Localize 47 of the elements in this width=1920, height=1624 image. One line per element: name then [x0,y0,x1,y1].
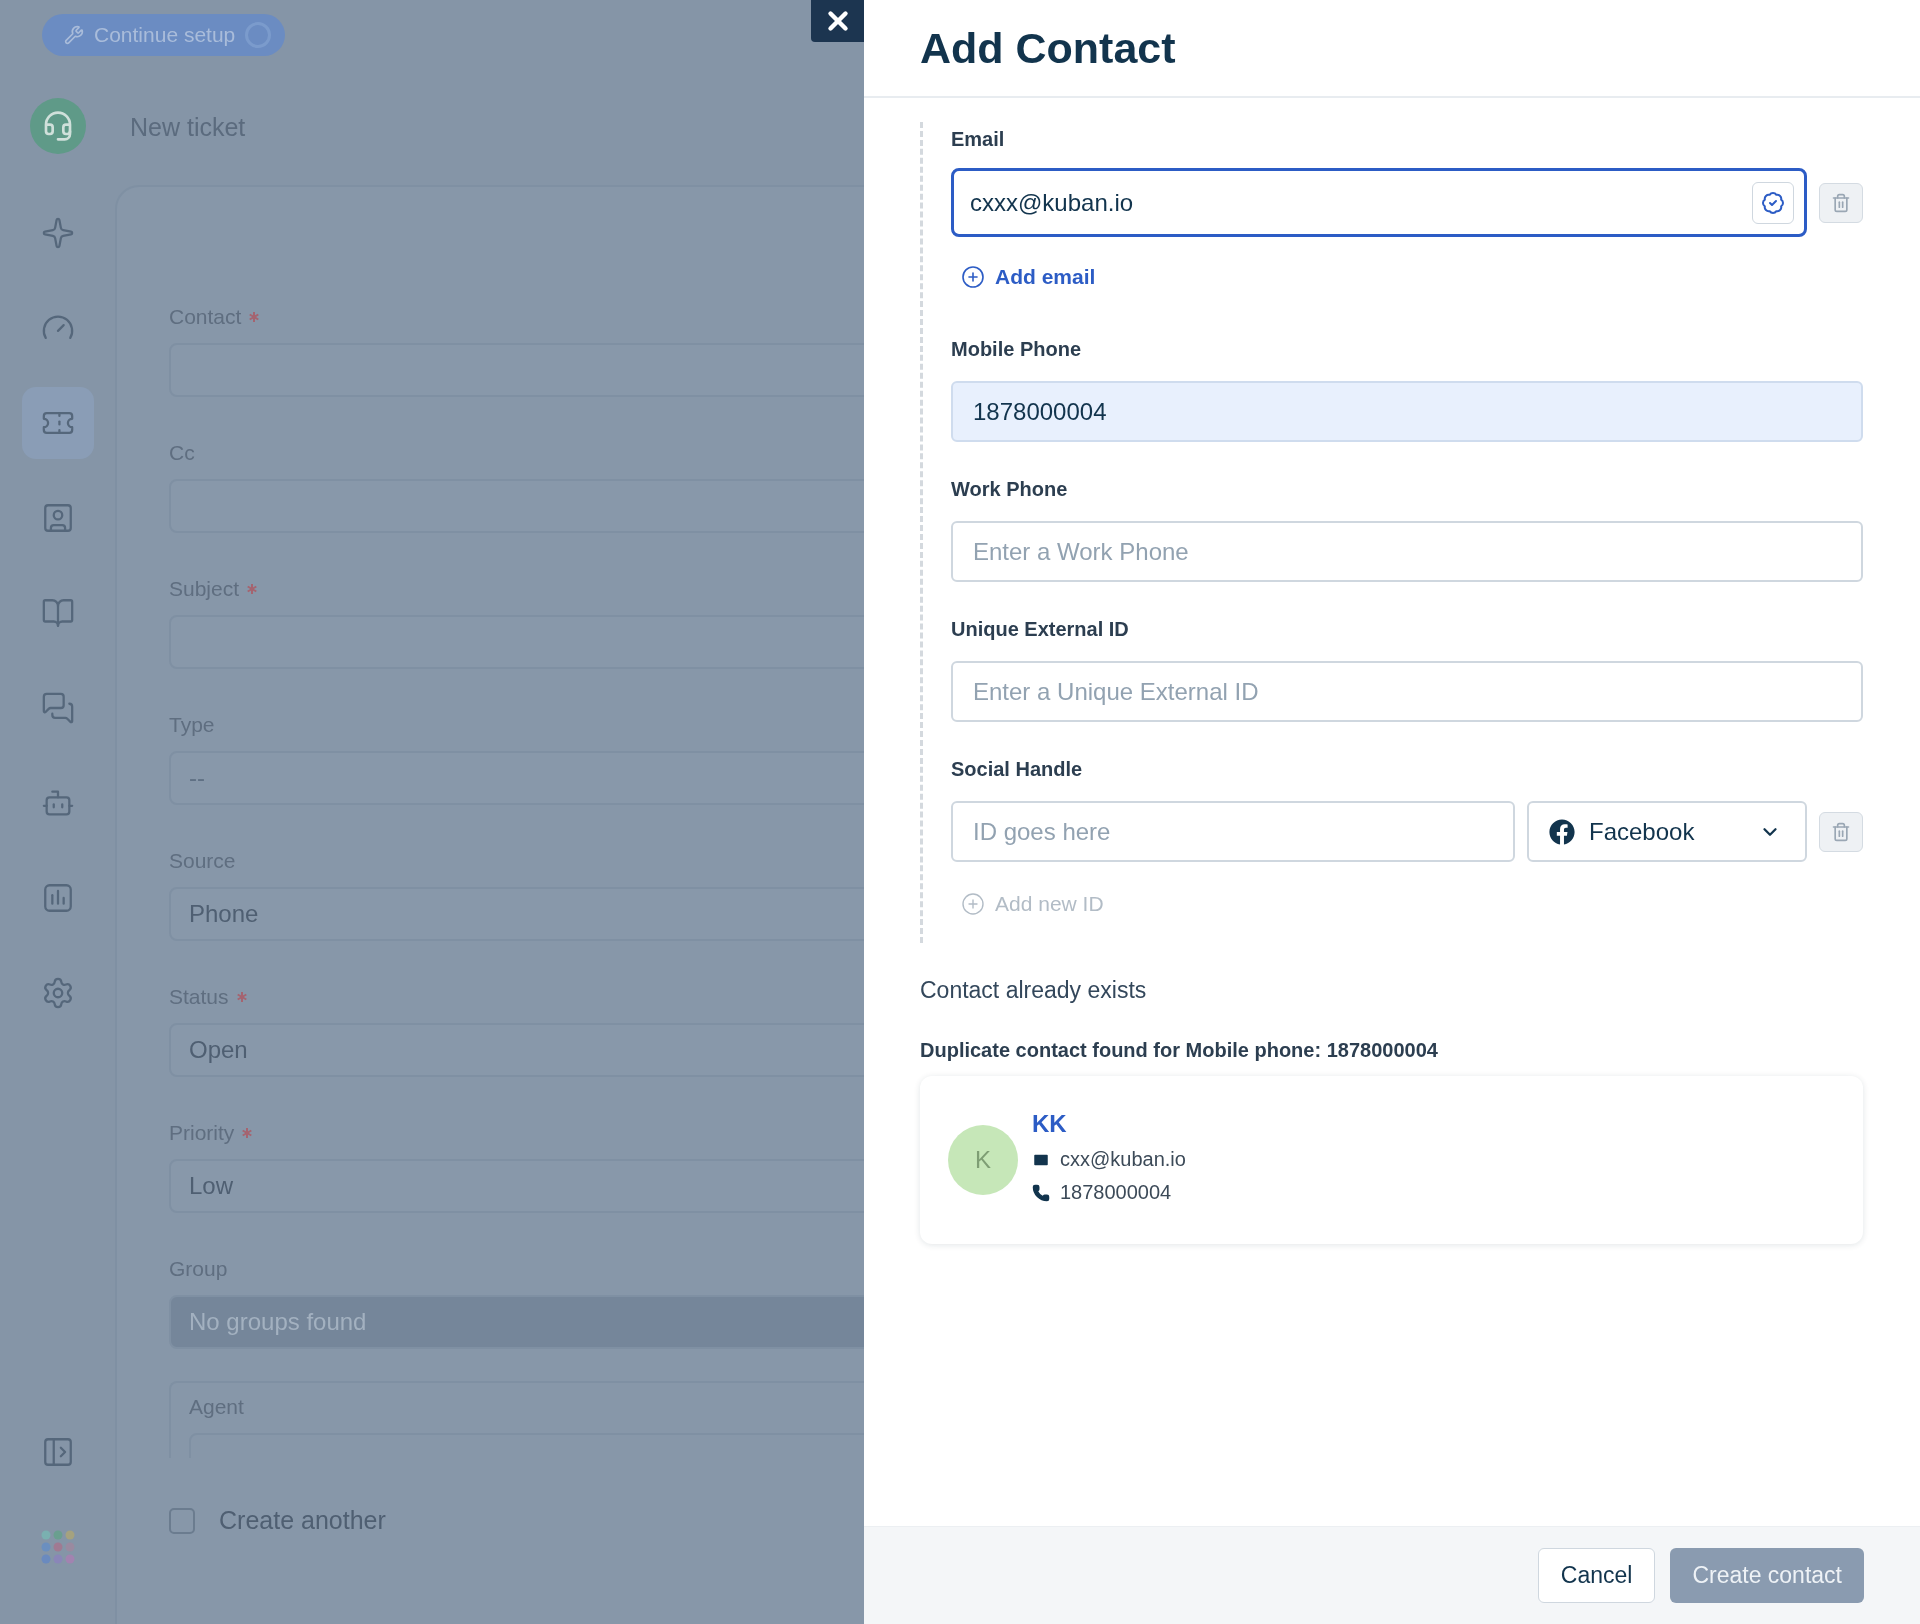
badge-check-icon [1761,190,1785,215]
checkbox-label: Create another [219,1506,386,1535]
facebook-icon [1549,818,1575,845]
email-input[interactable]: cxxx@kuban.io [968,187,1752,218]
chat-icon [40,690,75,725]
delete-button[interactable] [1819,811,1863,852]
field-label: Work Phone [951,478,1069,502]
contact-email: cxx@kuban.io [1060,1148,1186,1171]
required-icon [247,584,258,594]
form-field[interactable] [169,615,864,669]
verify-button[interactable] [1752,181,1794,224]
cancel-button[interactable]: Cancel [1537,1548,1656,1603]
text-field[interactable]: 1878000004 [951,381,1863,442]
plus-circle-icon [961,265,985,289]
contact-name-link[interactable]: KK [1032,1110,1186,1138]
wrench-icon [64,25,84,45]
field-label: Unique External ID [951,618,1130,642]
text-field[interactable]: Enter a Work Phone [951,521,1863,582]
email-field[interactable]: cxxx@kuban.io [951,168,1807,237]
app-grid-icon[interactable] [40,1529,75,1564]
phone-icon [1032,1183,1050,1202]
required-icon [249,312,260,322]
trash-icon [1831,821,1851,842]
section-heading: Contact already exists [920,977,1148,1005]
sidebar-item[interactable] [21,386,94,459]
form-field[interactable]: -- [169,751,864,805]
plus-circle-icon [961,892,985,916]
field-label: Mobile Phone [951,338,1082,362]
field-label: Social Handle [951,758,1084,782]
required-icon [242,1128,253,1138]
network-select[interactable]: Facebook [1527,801,1807,862]
close-button[interactable] [811,0,864,42]
field-label: Email [951,128,1006,152]
delete-button[interactable] [1819,182,1863,223]
required-icon [236,992,247,1002]
add-email-link[interactable]: Add email [951,262,1106,292]
text-field[interactable]: Enter a Unique External ID [951,661,1863,722]
social-id-field[interactable]: ID goes here [951,801,1515,862]
contact-phone: 1878000004 [1060,1181,1172,1204]
checkbox[interactable] [169,1507,195,1534]
form-field[interactable] [169,479,864,533]
avatar: K [948,1125,1018,1195]
form-field[interactable] [169,343,864,397]
drawer-title: Add Contact [920,23,1176,73]
trash-icon [1831,192,1851,213]
duplicate-message: Duplicate contact found for Mobile phone: 1878000004 [920,1039,1439,1062]
sparkle-icon [40,215,75,250]
